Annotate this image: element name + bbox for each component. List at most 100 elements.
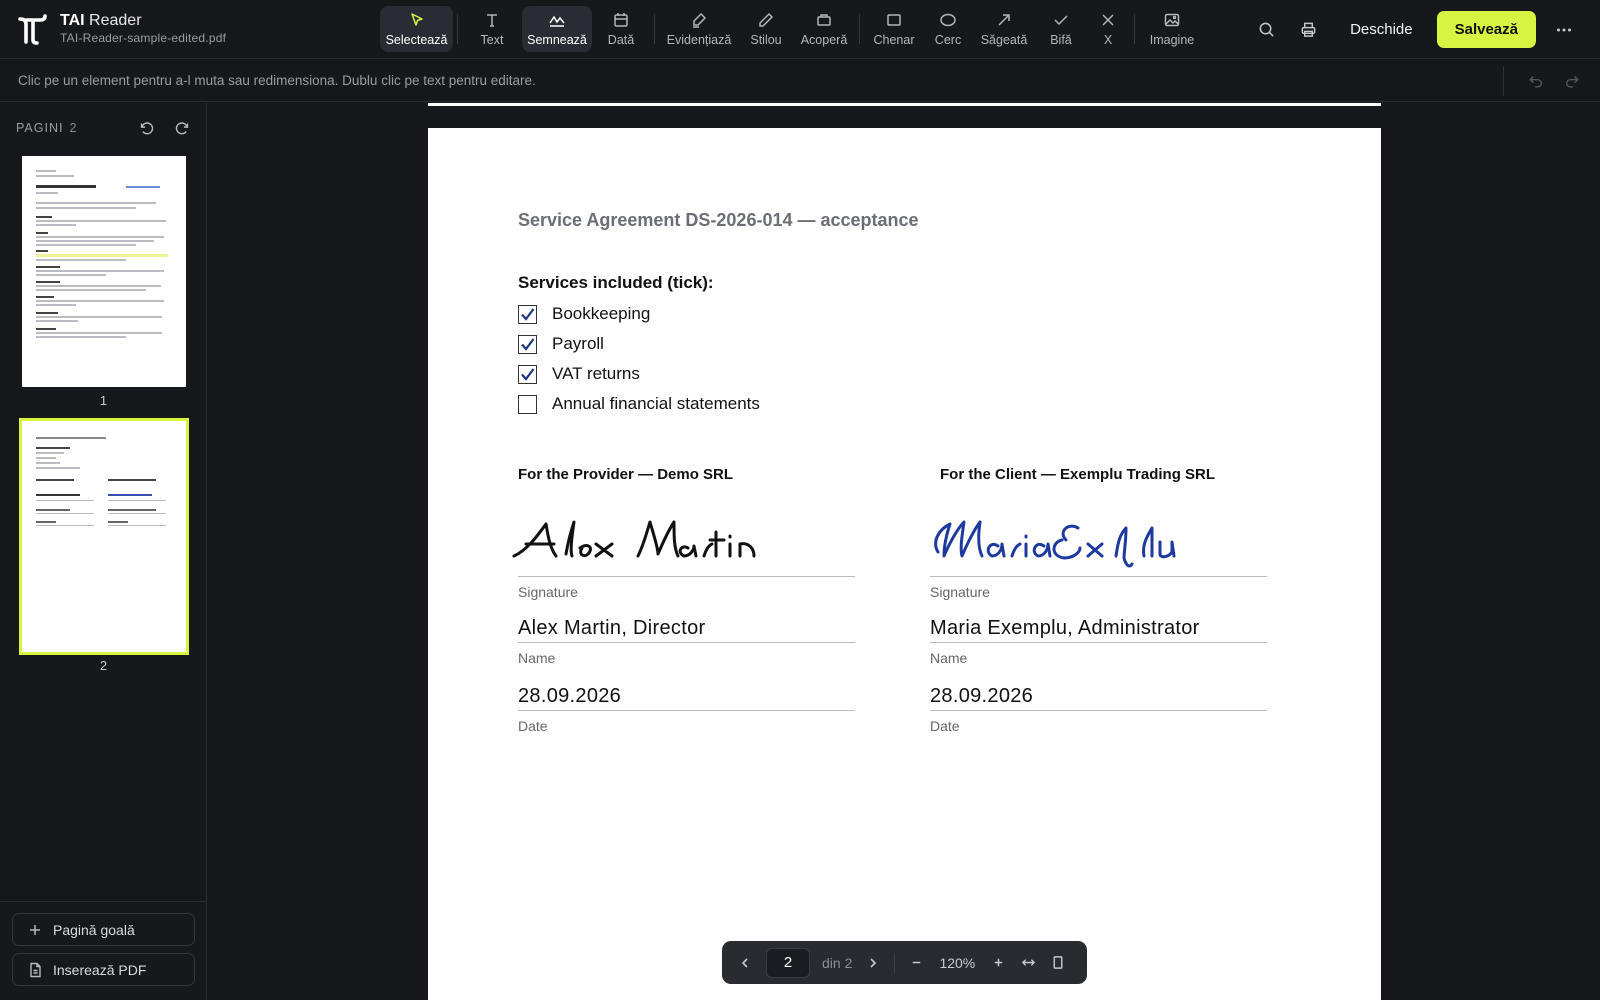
- insert-pdf-button[interactable]: Inserează PDF: [12, 953, 195, 986]
- service-label[interactable]: Bookkeeping: [552, 304, 650, 324]
- x-icon: [1102, 14, 1114, 26]
- undo-button[interactable]: [1518, 65, 1554, 97]
- rotate-left-icon: [140, 122, 154, 135]
- next-page-button[interactable]: [858, 948, 888, 978]
- page-navigator: din 2 120%: [722, 941, 1087, 984]
- checkbox-unchecked[interactable]: [518, 394, 537, 414]
- prev-page-button[interactable]: [730, 948, 760, 978]
- more-horizontal-icon: [1557, 28, 1571, 31]
- tool-rectangle[interactable]: Chenar: [864, 6, 924, 52]
- app-name-bold: TAI: [60, 12, 85, 29]
- fit-page-button[interactable]: [1043, 948, 1073, 978]
- tool-text[interactable]: Text: [462, 6, 522, 52]
- zoom-level: 120%: [939, 954, 976, 971]
- rotate-left-button[interactable]: [133, 115, 159, 141]
- tool-group: Selectează Text Semnează Dată Evidențiaz…: [380, 6, 1205, 52]
- provider-signature-caption: Signature: [518, 584, 578, 600]
- client-name-line: [930, 642, 1267, 643]
- file-name: TAI-Reader-sample-edited.pdf: [60, 31, 227, 45]
- blank-page-button[interactable]: Pagină goală: [12, 913, 195, 946]
- tool-arrow[interactable]: Săgeată: [972, 6, 1036, 52]
- sidebar-divider: [0, 901, 207, 902]
- more-button[interactable]: [1548, 14, 1580, 46]
- cover-icon: [817, 14, 831, 26]
- tool-cover[interactable]: Acoperă: [793, 6, 855, 52]
- page-number-input[interactable]: [766, 947, 810, 978]
- open-button[interactable]: Deschide: [1334, 12, 1429, 48]
- circle-icon: [940, 13, 956, 27]
- service-item: Bookkeeping: [518, 304, 650, 324]
- tool-label: Chenar: [873, 33, 915, 47]
- toolbar-divider: [457, 14, 458, 44]
- client-name-caption: Name: [930, 650, 968, 666]
- tool-sign[interactable]: Semnează: [522, 6, 592, 52]
- client-signature[interactable]: [928, 512, 1288, 572]
- minus-icon: [912, 961, 921, 964]
- cursor-icon: [410, 13, 423, 26]
- tool-highlight[interactable]: Evidențiază: [659, 6, 739, 52]
- app-logo-icon: [18, 12, 48, 46]
- tool-label: Cerc: [934, 33, 962, 47]
- tool-circle[interactable]: Cerc: [924, 6, 972, 52]
- page-number-label: 1: [99, 393, 108, 408]
- provider-date-caption: Date: [518, 718, 548, 734]
- client-heading[interactable]: For the Client — Exemplu Trading SRL: [940, 466, 1215, 483]
- client-name-value[interactable]: Maria Exemplu, Administrator: [930, 617, 1200, 640]
- checkbox-checked[interactable]: [518, 364, 537, 384]
- file-icon: [27, 962, 43, 978]
- page-thumbnail-selected[interactable]: [19, 418, 189, 655]
- tool-select[interactable]: Selectează: [380, 6, 453, 52]
- client-date-value[interactable]: 28.09.2026: [930, 685, 1033, 708]
- document-title[interactable]: Service Agreement DS-2026-014 — acceptan…: [518, 210, 919, 231]
- tool-label: Imagine: [1149, 33, 1195, 47]
- tool-x[interactable]: X: [1086, 6, 1130, 52]
- service-label[interactable]: Payroll: [552, 334, 604, 354]
- pen-icon: [759, 12, 774, 27]
- app-name-light: Reader: [89, 12, 142, 29]
- provider-date-value[interactable]: 28.09.2026: [518, 685, 621, 708]
- tool-label: Semnează: [527, 33, 587, 47]
- pages-count: 2: [69, 121, 78, 135]
- header-actions: Deschide Salvează: [1250, 11, 1580, 48]
- provider-signature[interactable]: [508, 514, 868, 574]
- checkbox-checked[interactable]: [518, 334, 537, 354]
- redo-icon: [1565, 76, 1579, 88]
- zoom-out-button[interactable]: [901, 948, 931, 978]
- service-item: VAT returns: [518, 364, 640, 384]
- rotate-right-button[interactable]: [170, 115, 196, 141]
- arrow-icon: [998, 14, 1010, 26]
- search-button[interactable]: [1250, 14, 1282, 46]
- signature-icon: [549, 15, 565, 27]
- provider-name-value[interactable]: Alex Martin, Director: [518, 617, 705, 640]
- checkbox-checked[interactable]: [518, 304, 537, 324]
- undo-icon: [1529, 76, 1543, 88]
- service-label[interactable]: Annual financial statements: [552, 394, 760, 414]
- tool-label: Text: [480, 33, 504, 47]
- redo-button[interactable]: [1554, 65, 1590, 97]
- chevron-left-icon: [741, 957, 748, 968]
- pages-sidebar: PAGINI 2 1 2 Pagină goală Inserează PDF: [0, 103, 207, 1000]
- service-item: Annual financial statements: [518, 394, 760, 414]
- page-number-label: 2: [99, 658, 108, 673]
- provider-heading[interactable]: For the Provider — Demo SRL: [518, 466, 733, 483]
- provider-name-caption: Name: [518, 650, 556, 666]
- page-thumbnail[interactable]: [22, 156, 186, 387]
- chevron-right-icon: [870, 957, 877, 968]
- zoom-in-button[interactable]: [983, 948, 1013, 978]
- services-heading[interactable]: Services included (tick):: [518, 273, 714, 293]
- fit-width-button[interactable]: [1013, 948, 1043, 978]
- client-date-caption: Date: [930, 718, 960, 734]
- service-label[interactable]: VAT returns: [552, 364, 640, 384]
- pages-title: PAGINI: [16, 121, 64, 135]
- tool-label: Selectează: [385, 33, 448, 47]
- blank-page-label: Pagină goală: [53, 921, 135, 938]
- tool-pen[interactable]: Stilou: [739, 6, 793, 52]
- print-button[interactable]: [1292, 14, 1324, 46]
- tool-date[interactable]: Dată: [592, 6, 650, 52]
- provider-signature-line: [518, 576, 855, 577]
- tool-label: Evidențiază: [666, 33, 732, 47]
- tool-check[interactable]: Bifă: [1036, 6, 1086, 52]
- tool-image[interactable]: Imagine: [1139, 6, 1205, 52]
- print-icon: [1301, 22, 1315, 37]
- save-button[interactable]: Salvează: [1436, 11, 1536, 48]
